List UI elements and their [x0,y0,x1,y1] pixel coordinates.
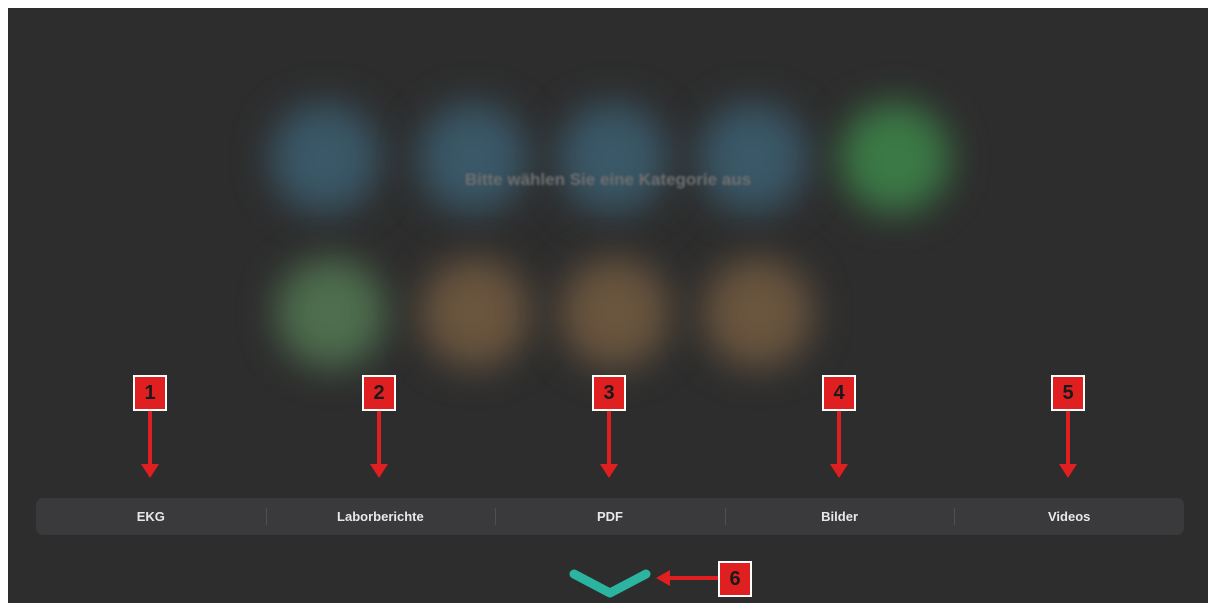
tab-bilder[interactable]: Bilder [724,498,955,535]
category-tile-blurred [276,258,386,368]
category-tile-blurred [840,103,950,213]
app-screen: Bitte wählen Sie eine Kategorie aus 1 2 … [8,8,1208,603]
callout-arrow [1066,411,1070,464]
callout-arrow-head [600,464,618,478]
tab-videos[interactable]: Videos [954,498,1184,535]
callout-arrow [148,411,152,464]
callout-4: 4 [822,375,856,411]
callout-arrow-head [141,464,159,478]
callout-2: 2 [362,375,396,411]
tab-laborberichte[interactable]: Laborberichte [265,498,496,535]
category-tile-blurred [420,258,530,368]
category-tab-bar: EKG Laborberichte PDF Bilder Videos [36,498,1184,535]
callout-6: 6 [718,561,752,597]
tab-pdf[interactable]: PDF [495,498,725,535]
chevron-down-icon[interactable] [568,566,652,600]
category-tile-blurred [703,258,813,368]
callout-arrow-head [1059,464,1077,478]
callout-3: 3 [592,375,626,411]
callout-arrow [668,576,718,580]
category-tile-blurred [270,103,380,213]
callout-arrow [607,411,611,464]
category-tile-blurred [698,103,808,213]
category-tile-blurred [418,103,528,213]
category-tile-blurred [558,103,668,213]
callout-arrow-head [830,464,848,478]
callout-1: 1 [133,375,167,411]
callout-arrow-head [370,464,388,478]
category-tile-blurred [560,258,670,368]
callout-arrow [837,411,841,464]
callout-arrow [377,411,381,464]
callout-5: 5 [1051,375,1085,411]
category-prompt: Bitte wählen Sie eine Kategorie aus [464,170,752,189]
tab-ekg[interactable]: EKG [36,498,266,535]
